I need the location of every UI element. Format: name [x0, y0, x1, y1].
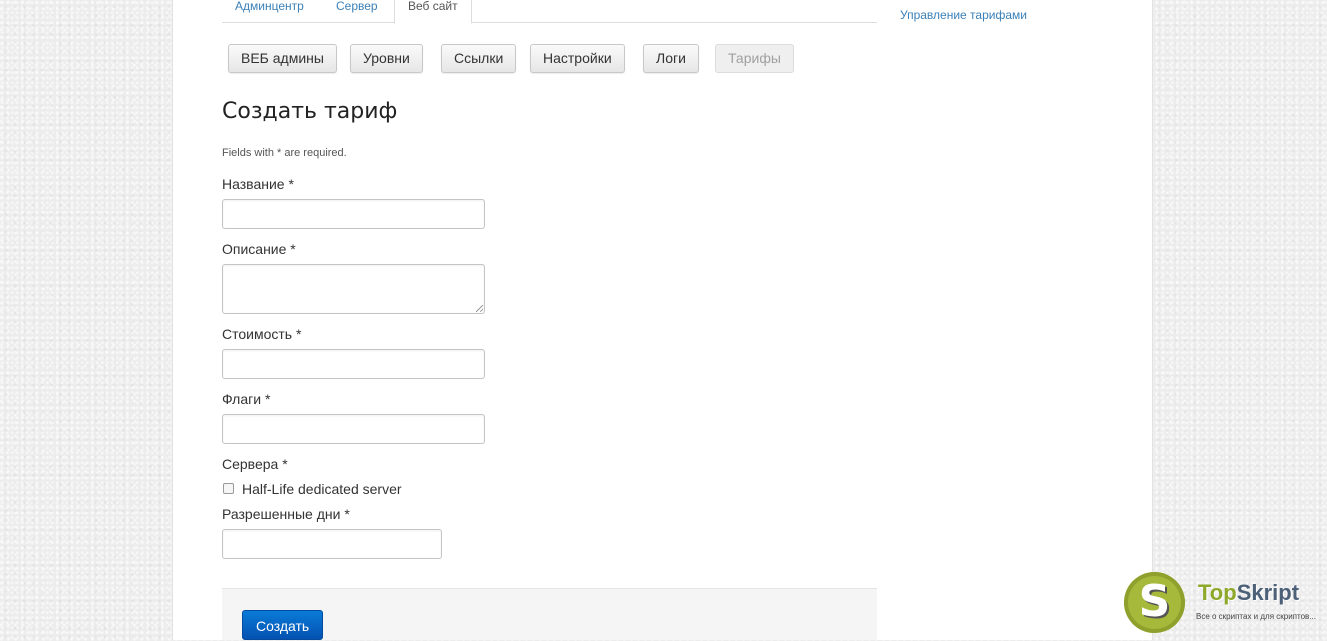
content-panel: Админцентр Сервер Веб сайт Управление та… [172, 0, 1153, 640]
days-label: Разрешенные дни * [222, 506, 350, 522]
tab-website[interactable]: Веб сайт [394, 0, 472, 24]
tab-server[interactable]: Сервер [323, 0, 391, 23]
required-note: Fields with * are required. [222, 147, 347, 159]
servers-label: Сервера * [222, 456, 288, 472]
flags-label: Флаги * [222, 391, 271, 407]
server-option-label[interactable]: Half-Life dedicated server [242, 481, 402, 497]
create-button[interactable]: Создать [242, 610, 324, 640]
description-label: Описание * [222, 241, 296, 257]
links-button[interactable]: Ссылки [441, 44, 517, 73]
watermark-brand: TopSkript [1198, 580, 1300, 605]
name-input[interactable] [222, 199, 485, 229]
name-label: Название * [222, 176, 294, 192]
settings-button[interactable]: Настройки [530, 44, 625, 73]
price-input[interactable] [222, 349, 485, 379]
watermark-tagline: Все о скриптах и для скриптов... [1196, 612, 1316, 621]
tab-admincenter[interactable]: Админцентр [222, 0, 317, 23]
levels-button[interactable]: Уровни [350, 44, 423, 73]
logs-button[interactable]: Логи [643, 44, 699, 73]
manage-tariffs-link[interactable]: Управление тарифами [900, 8, 1027, 22]
page-title: Создать тариф [222, 99, 398, 124]
web-admins-button[interactable]: ВЕБ админы [228, 44, 337, 73]
description-textarea[interactable] [222, 264, 485, 314]
tab-bar: Админцентр Сервер Веб сайт [222, 0, 877, 24]
resize-handle-icon[interactable] [476, 305, 483, 312]
topskript-logo-icon: S [1124, 572, 1185, 633]
flags-input[interactable] [222, 414, 485, 444]
server-checkbox[interactable] [223, 483, 234, 494]
tariffs-button[interactable]: Тарифы [715, 44, 794, 73]
form-actions: Создать [222, 588, 877, 640]
price-label: Стоимость * [222, 326, 302, 342]
days-input[interactable] [222, 529, 442, 559]
topskript-watermark: S TopSkript Все о скриптах и для скрипто… [1124, 572, 1324, 636]
